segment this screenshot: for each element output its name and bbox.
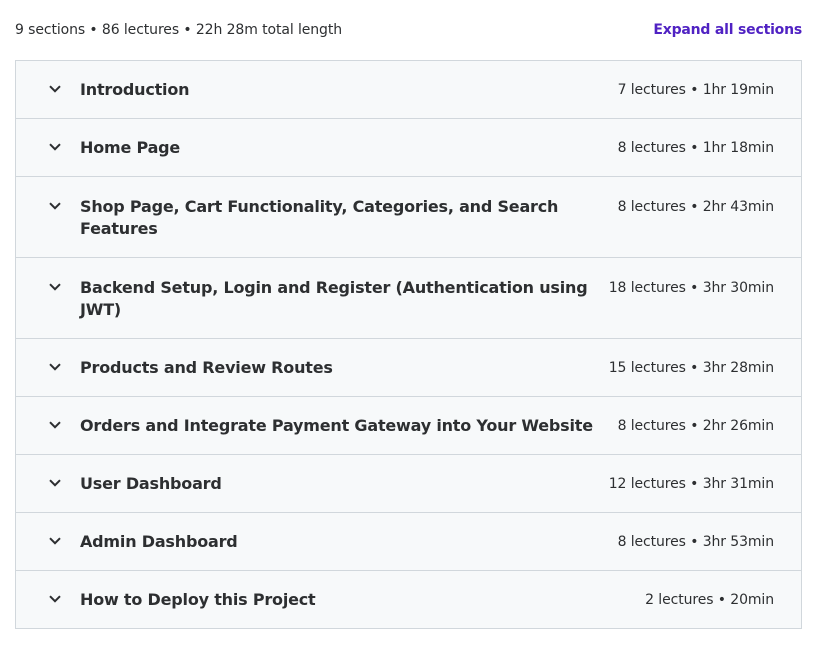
section-meta: 18 lectures • 3hr 30min <box>608 280 774 296</box>
section-list: Introduction 7 lectures • 1hr 19min Home… <box>15 60 802 629</box>
section-title: Introduction <box>80 80 190 99</box>
section-orders-payment[interactable]: Orders and Integrate Payment Gateway int… <box>16 397 801 455</box>
chevron-down-icon <box>48 589 62 609</box>
chevron-down-icon <box>48 79 62 99</box>
section-backend-setup[interactable]: Backend Setup, Login and Register (Authe… <box>16 258 801 339</box>
section-title: How to Deploy this Project <box>80 590 316 609</box>
section-title: Products and Review Routes <box>80 358 333 377</box>
section-meta: 12 lectures • 3hr 31min <box>608 476 774 492</box>
section-products-review-routes[interactable]: Products and Review Routes 15 lectures •… <box>16 339 801 397</box>
section-meta: 8 lectures • 2hr 26min <box>617 418 775 434</box>
chevron-down-icon <box>48 277 62 297</box>
section-user-dashboard[interactable]: User Dashboard 12 lectures • 3hr 31min <box>16 455 801 513</box>
course-curriculum: 9 sections • 86 lectures • 22h 28m total… <box>15 0 802 629</box>
section-home-page[interactable]: Home Page 8 lectures • 1hr 18min <box>16 119 801 177</box>
chevron-down-icon <box>48 531 62 551</box>
section-meta: 8 lectures • 2hr 43min <box>617 199 775 215</box>
chevron-down-icon <box>48 137 62 157</box>
expand-all-button[interactable]: Expand all sections <box>653 22 802 38</box>
chevron-down-icon <box>48 473 62 493</box>
section-title: Shop Page, Cart Functionality, Categorie… <box>80 197 559 238</box>
section-title: User Dashboard <box>80 474 222 493</box>
section-title: Home Page <box>80 138 181 157</box>
chevron-down-icon <box>48 357 62 377</box>
section-admin-dashboard[interactable]: Admin Dashboard 8 lectures • 3hr 53min <box>16 513 801 571</box>
section-meta: 7 lectures • 1hr 19min <box>617 82 775 98</box>
section-deploy-project[interactable]: How to Deploy this Project 2 lectures • … <box>16 571 801 629</box>
curriculum-summary: 9 sections • 86 lectures • 22h 28m total… <box>15 22 343 38</box>
section-title: Admin Dashboard <box>80 532 238 551</box>
section-meta: 8 lectures • 3hr 53min <box>617 534 775 550</box>
section-meta: 15 lectures • 3hr 28min <box>608 360 774 376</box>
curriculum-header: 9 sections • 86 lectures • 22h 28m total… <box>15 0 802 60</box>
section-shop-page[interactable]: Shop Page, Cart Functionality, Categorie… <box>16 177 801 258</box>
section-meta: 2 lectures • 20min <box>645 592 774 608</box>
section-title: Backend Setup, Login and Register (Authe… <box>80 278 588 319</box>
section-title: Orders and Integrate Payment Gateway int… <box>80 416 593 435</box>
chevron-down-icon <box>48 415 62 435</box>
section-meta: 8 lectures • 1hr 18min <box>617 140 775 156</box>
chevron-down-icon <box>48 196 62 216</box>
section-introduction[interactable]: Introduction 7 lectures • 1hr 19min <box>16 61 801 119</box>
